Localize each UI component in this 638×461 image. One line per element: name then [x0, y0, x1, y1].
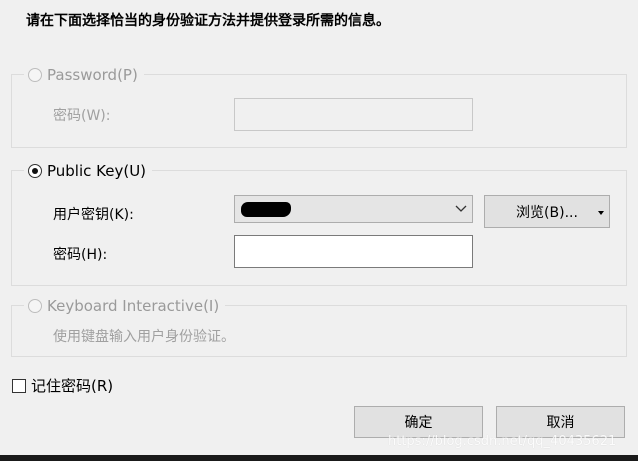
- redaction-mark: [241, 202, 291, 217]
- user-key-label: 用户密钥(K):: [53, 207, 134, 223]
- publickey-radio-label: Public Key(U): [47, 162, 147, 180]
- ok-button-label: 确定: [404, 415, 433, 431]
- password-field[interactable]: [234, 98, 473, 131]
- key-password-label: 密码(H):: [53, 247, 108, 263]
- remember-label: 记住密码(R): [31, 377, 114, 395]
- publickey-radio-button[interactable]: [28, 164, 42, 178]
- remember-password[interactable]: 记住密码(R): [12, 375, 113, 396]
- dropdown-arrow-icon: [598, 203, 604, 219]
- password-field-label: 密码(W):: [53, 108, 111, 124]
- keyboard-radio[interactable]: Keyboard Interactive(I): [24, 295, 226, 317]
- keyboard-radio-button[interactable]: [28, 299, 42, 313]
- password-radio[interactable]: Password(P): [24, 64, 144, 86]
- keyboard-description: 使用键盘输入用户身份验证。: [53, 329, 235, 345]
- password-radio-label: Password(P): [47, 66, 138, 84]
- watermark: https://blog.csdn.net/qq_40435621: [388, 434, 617, 449]
- user-key-combobox[interactable]: [234, 195, 473, 223]
- key-password-field[interactable]: [234, 235, 473, 268]
- bottom-edge: [0, 455, 638, 461]
- cancel-button-label: 取消: [546, 415, 575, 431]
- publickey-group: [11, 170, 627, 286]
- publickey-radio[interactable]: Public Key(U): [24, 160, 153, 182]
- instruction-text: 请在下面选择恰当的身份验证方法并提供登录所需的信息。: [26, 13, 390, 29]
- key-password-input[interactable]: [235, 236, 472, 267]
- browse-button[interactable]: 浏览(B)...: [484, 195, 610, 228]
- chevron-down-icon[interactable]: [450, 205, 472, 213]
- password-input[interactable]: [235, 99, 472, 130]
- remember-checkbox[interactable]: [12, 378, 26, 393]
- password-radio-button[interactable]: [28, 68, 42, 82]
- keyboard-radio-label: Keyboard Interactive(I): [47, 297, 220, 315]
- browse-button-label: 浏览(B)...: [516, 204, 578, 221]
